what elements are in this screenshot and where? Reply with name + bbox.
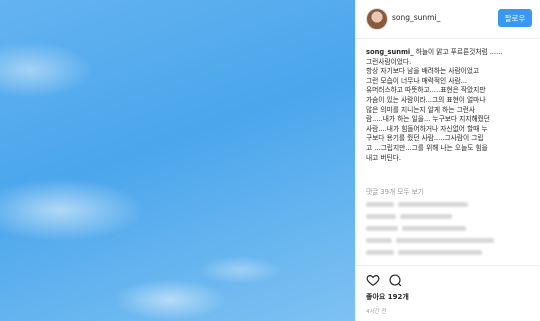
comment-icon[interactable] [388, 273, 402, 287]
blurred-username[interactable] [366, 214, 396, 219]
post-header: song_sunmi_ 팔로우 [356, 0, 540, 39]
comment-row [366, 201, 472, 210]
post-side-panel: song_sunmi_ 팔로우 song_sunmi_ 하늘이 맑고 푸르른것처… [355, 0, 540, 321]
caption-line: 하늘이 맑고 푸르른것처럼 ...... [413, 48, 503, 56]
blurred-username[interactable] [366, 250, 394, 255]
caption: song_sunmi_ 하늘이 맑고 푸르른것처럼 ...... 그런사람이었다… [366, 48, 538, 163]
comment-row [366, 249, 486, 258]
blurred-username[interactable] [366, 202, 394, 207]
post-timestamp: 4시간 전 [366, 309, 387, 315]
heart-icon[interactable] [366, 273, 380, 287]
likes-count[interactable]: 좋아요 192개 [366, 292, 409, 302]
blurred-username[interactable] [366, 226, 398, 231]
blurred-comment [398, 250, 482, 255]
divider [356, 265, 540, 266]
caption-line: 항상 자기보다 남을 배려하는 사람이었고 [366, 67, 480, 76]
caption-line: 유머러스하고 따뜻하고.....표현은 작았지만 [366, 86, 486, 95]
caption-username[interactable]: song_sunmi_ [366, 48, 414, 56]
view-all-comments-link[interactable]: 댓글 39개 모두 보기 [366, 186, 424, 196]
caption-line: 고 ...그립지만...그를 위해 나는 오늘도 힘을 [366, 143, 488, 152]
caption-line: 구보다 용기를 줬던 사람.....그사람이 그립 [366, 134, 484, 143]
caption-line: 사람....내가 힘들어하거나 자신없어 할때 누 [366, 124, 488, 133]
avatar[interactable] [366, 8, 388, 30]
blurred-comment [396, 238, 494, 243]
action-icons [366, 273, 402, 287]
comment-row [366, 225, 470, 234]
comment-row [366, 213, 456, 222]
caption-line: 많은 의미를 지니는지 알게 하는 그런사 [366, 105, 476, 114]
caption-line: 그런사람이었다. [366, 57, 412, 66]
caption-line: 그런 모습이 너무나 매력적인 사람... [366, 76, 468, 85]
header-username[interactable]: song_sunmi_ [392, 13, 440, 22]
comment-row [366, 237, 498, 246]
follow-button[interactable]: 팔로우 [498, 9, 532, 27]
blurred-comment [400, 214, 452, 219]
blurred-comment [402, 226, 466, 231]
post-photo [0, 0, 355, 321]
caption-line: 내고 버틴다. [366, 153, 402, 162]
caption-line: 람.....내가 하는 일을... 누구보다 지지해줬던 [366, 115, 490, 124]
caption-line: 가슴이 있는 사람이라...그의 표현이 얼마나 [366, 95, 486, 104]
blurred-comment [398, 202, 468, 207]
blurred-username[interactable] [366, 238, 392, 243]
